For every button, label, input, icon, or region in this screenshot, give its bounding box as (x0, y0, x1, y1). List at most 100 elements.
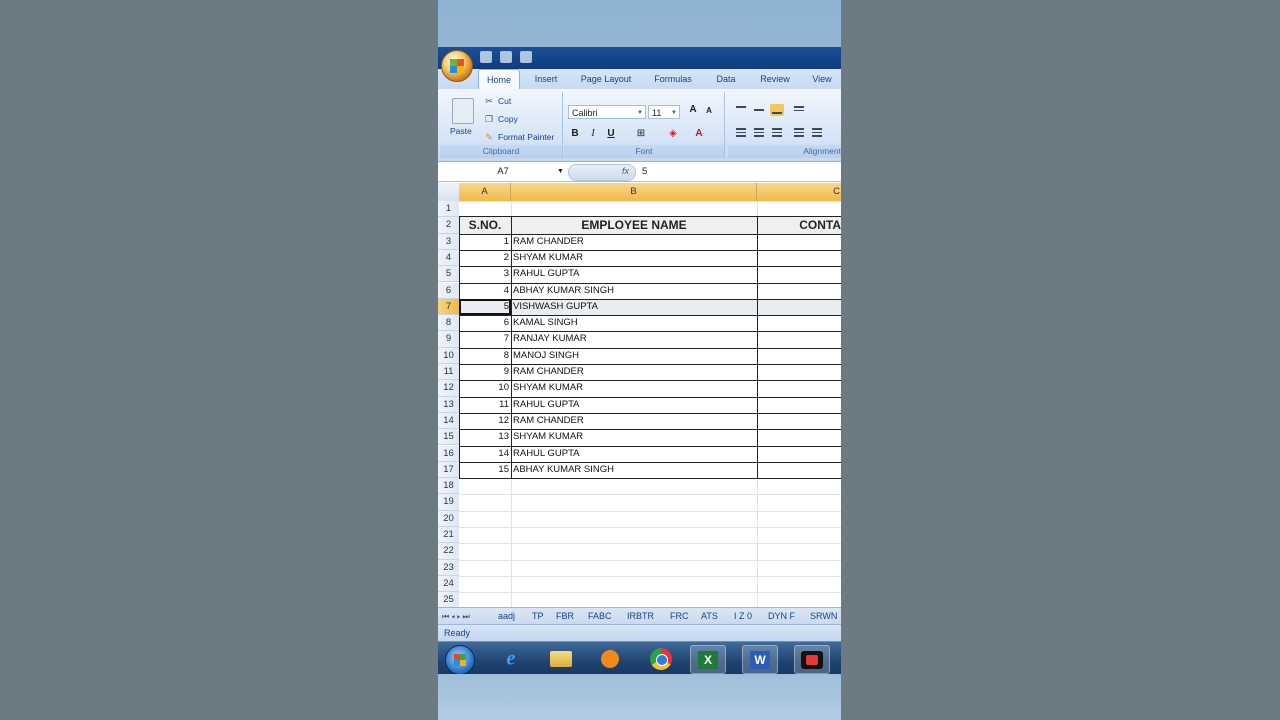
row-header[interactable]: 12 (438, 380, 459, 397)
cell-sno[interactable]: 7 (459, 331, 509, 347)
row-header[interactable]: 14 (438, 412, 459, 430)
tab-insert[interactable]: Insert (526, 69, 566, 89)
sheet-tab[interactable]: IRBTR (627, 608, 654, 625)
cell-employee-name[interactable]: RAHUL GUPTA (513, 397, 755, 413)
sheet-tab[interactable]: FBR (556, 608, 574, 625)
word-icon[interactable]: W (742, 645, 778, 674)
align-center-icon[interactable] (752, 126, 766, 138)
row-header[interactable]: 3 (438, 233, 459, 250)
shrink-font-button[interactable]: A (702, 104, 716, 118)
tab-formulas[interactable]: Formulas (648, 69, 698, 89)
cell-sno[interactable]: 4 (459, 283, 509, 299)
align-left-icon[interactable] (734, 126, 748, 138)
tab-home[interactable]: Home (478, 69, 520, 90)
cell-contact[interactable] (757, 364, 841, 380)
italic-button[interactable]: I (586, 127, 600, 141)
cell-contact[interactable] (757, 331, 841, 347)
row-header[interactable]: 4 (438, 249, 459, 267)
top-align-icon[interactable] (734, 104, 748, 116)
sheet-tab[interactable]: TP (532, 608, 544, 625)
cell-sno[interactable]: 13 (459, 429, 509, 445)
cell-contact[interactable] (757, 250, 841, 266)
font-color-button[interactable]: A (692, 127, 706, 141)
cut-button[interactable]: ✂ Cut (484, 96, 511, 106)
row-header[interactable]: 20 (438, 510, 459, 527)
column-header-a[interactable]: A (459, 183, 511, 201)
row-header[interactable]: 21 (438, 527, 459, 544)
row-header[interactable]: 7 (438, 298, 459, 316)
media-player-icon[interactable] (593, 645, 627, 672)
cell-contact[interactable] (757, 413, 841, 429)
cell-contact[interactable] (757, 446, 841, 462)
cell-contact[interactable] (757, 429, 841, 445)
cell-employee-name[interactable]: RANJAY KUMAR (513, 331, 755, 347)
orientation-icon[interactable] (792, 104, 806, 116)
row-header[interactable]: 17 (438, 461, 459, 479)
cell-sno[interactable]: 2 (459, 250, 509, 266)
name-box[interactable]: A7 (440, 164, 566, 179)
cell-employee-name[interactable]: ABHAY KUMAR SINGH (513, 462, 755, 478)
increase-indent-icon[interactable] (810, 126, 824, 138)
sheet-tab[interactable]: aadj (498, 608, 515, 625)
cell-employee-name[interactable]: RAM CHANDER (513, 234, 755, 250)
cell-sno[interactable]: 1 (459, 234, 509, 250)
cell-employee-name[interactable]: KAMAL SINGH (513, 315, 755, 331)
cell-sno[interactable]: 9 (459, 364, 509, 380)
cell-contact[interactable] (757, 283, 841, 299)
cell-contact[interactable] (757, 348, 841, 364)
bold-button[interactable]: B (568, 127, 582, 141)
paste-icon[interactable] (452, 98, 474, 124)
save-icon[interactable] (480, 51, 492, 63)
row-header[interactable]: 19 (438, 494, 459, 511)
column-header-b[interactable]: B (511, 183, 757, 201)
cell-employee-name[interactable]: ABHAY KUMAR SINGH (513, 283, 755, 299)
borders-icon[interactable]: ⊞ (634, 127, 648, 141)
cell-employee-name[interactable]: RAHUL GUPTA (513, 266, 755, 282)
cell-employee-name[interactable]: SHYAM KUMAR (513, 380, 755, 396)
sheet-tab[interactable]: I Z 0 (734, 608, 752, 625)
screen-recorder-icon[interactable] (794, 645, 830, 674)
format-painter-button[interactable]: ✎ Format Painter (484, 132, 554, 142)
decrease-indent-icon[interactable] (792, 126, 806, 138)
row-header[interactable]: 15 (438, 429, 459, 446)
cell-employee-name[interactable]: RAHUL GUPTA (513, 446, 755, 462)
font-size-box[interactable]: 11 ▼ (648, 105, 680, 119)
tab-view[interactable]: View (806, 69, 838, 89)
insert-function-button[interactable]: fx (622, 164, 629, 179)
row-header[interactable]: 23 (438, 559, 459, 576)
cell-employee-name[interactable]: MANOJ SINGH (513, 348, 755, 364)
cell-employee-name[interactable]: SHYAM KUMAR (513, 429, 755, 445)
select-all-corner[interactable] (438, 183, 460, 201)
office-button[interactable] (441, 50, 473, 82)
cell-sno[interactable]: 6 (459, 315, 509, 331)
row-header[interactable]: 13 (438, 396, 459, 413)
cell-sno[interactable]: 15 (459, 462, 509, 478)
sheet-tab[interactable]: FABC (588, 608, 612, 625)
middle-align-icon[interactable] (752, 104, 766, 116)
worksheet-grid[interactable]: A B C 1 2 3 4 5 6 7 8 9 10 11 12 13 14 15 16 17 18 19 20 21 2… (438, 183, 841, 613)
cell-contact[interactable] (757, 299, 841, 315)
cell-employee-name[interactable]: RAM CHANDER (513, 364, 755, 380)
bottom-align-icon[interactable] (770, 104, 784, 116)
paste-button[interactable]: Paste (450, 126, 472, 136)
redo-icon[interactable] (520, 51, 532, 63)
internet-explorer-icon[interactable]: e (494, 645, 528, 672)
tab-review[interactable]: Review (754, 69, 796, 89)
cell-employee-name[interactable]: SHYAM KUMAR (513, 250, 755, 266)
row-header[interactable]: 8 (438, 315, 459, 332)
font-name-box[interactable]: Calibri ▼ (568, 105, 646, 119)
underline-button[interactable]: U (604, 127, 618, 141)
undo-icon[interactable] (500, 51, 512, 63)
row-header[interactable]: 5 (438, 266, 459, 283)
row-header[interactable]: 11 (438, 364, 459, 381)
row-header[interactable]: 2 (438, 217, 459, 234)
copy-button[interactable]: ❐ Copy (484, 114, 518, 124)
tab-data[interactable]: Data (710, 69, 742, 89)
cell-contact[interactable] (757, 380, 841, 396)
row-header[interactable]: 10 (438, 347, 459, 364)
grow-font-button[interactable]: A (686, 103, 700, 117)
row-header[interactable]: 6 (438, 282, 459, 299)
fill-color-icon[interactable]: ◈ (666, 127, 680, 141)
excel-icon[interactable]: X (690, 645, 726, 674)
sheet-tab[interactable]: SRWN (810, 608, 837, 625)
